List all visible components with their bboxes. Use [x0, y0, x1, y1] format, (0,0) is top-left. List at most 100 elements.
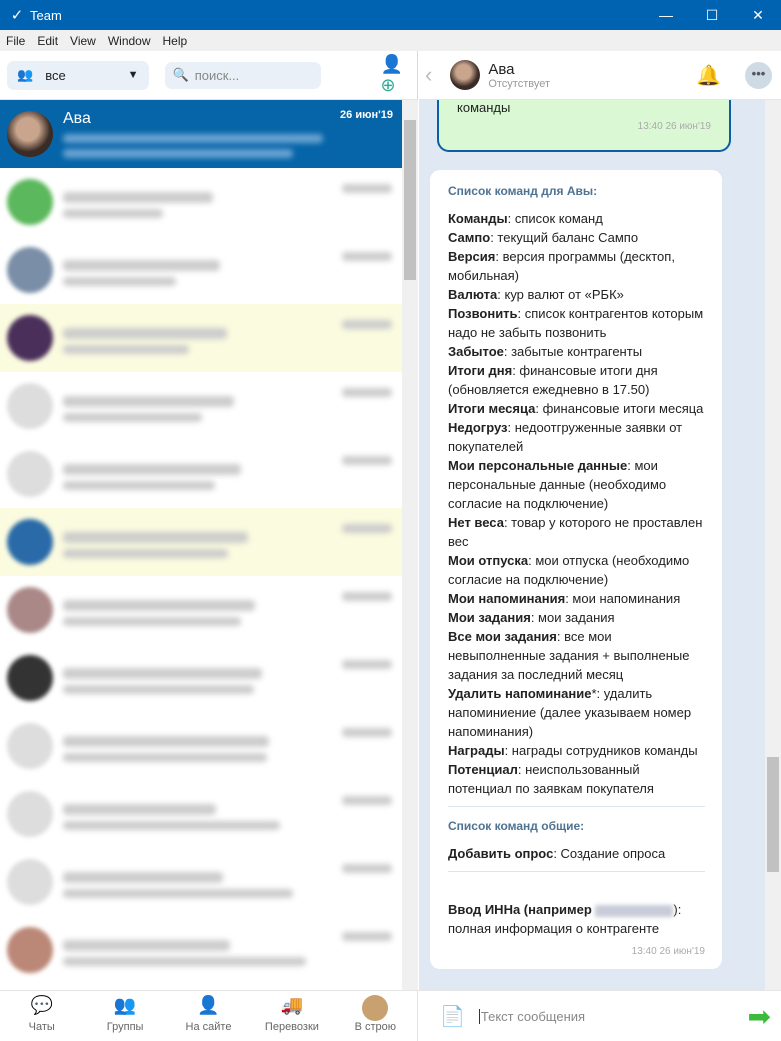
blurred-name [63, 328, 227, 339]
command-item: Позвонить: список контрагентов которым н… [448, 306, 704, 340]
minimize-button[interactable]: — [643, 7, 689, 24]
chat-list-item[interactable] [0, 236, 402, 304]
menu-bar: File Edit View Window Help [0, 30, 781, 51]
chat-list-item[interactable] [0, 440, 402, 508]
command-item: Мои задания: мои задания [448, 610, 615, 625]
search-placeholder: поиск... [194, 67, 240, 83]
blurred-name [63, 532, 248, 543]
nav-shipping[interactable]: 🚚 Перевозки [250, 991, 333, 1041]
blurred-date [342, 320, 392, 329]
blurred-name [63, 668, 262, 679]
search-input[interactable]: 🔍 поиск... [164, 61, 321, 89]
list-scrollbar[interactable] [402, 100, 418, 990]
chats-icon: 💬 [30, 995, 53, 1015]
command-item: Нет веса: товар у которого не проставлен… [448, 515, 703, 549]
users-icon: 👥 [17, 67, 34, 82]
blurred-name [63, 192, 213, 203]
blurred-date [342, 932, 392, 941]
dropdown-arrow-icon: ▼ [127, 69, 139, 81]
chat-list-item[interactable] [0, 848, 402, 916]
menu-window[interactable]: Window [102, 34, 157, 48]
back-icon[interactable]: ‹ [425, 62, 432, 88]
menu-file[interactable]: File [0, 34, 31, 48]
nav-groups[interactable]: 👥 Группы [83, 991, 166, 1041]
chat-list-item[interactable] [0, 304, 402, 372]
chat-list-item-selected[interactable]: Ава 26 июн'19 [0, 100, 402, 168]
blurred-name [63, 396, 234, 407]
blurred-date [342, 456, 392, 465]
chat-list-item[interactable] [0, 168, 402, 236]
avatar [7, 315, 53, 361]
blurred-preview [63, 209, 163, 218]
blurred-date [342, 864, 392, 873]
blurred-preview [63, 134, 323, 143]
incoming-message: Список команд для Авы: Команды: список к… [430, 170, 722, 969]
chat-list-item[interactable] [0, 780, 402, 848]
avatar [7, 451, 53, 497]
filter-select[interactable]: 👥 все ▼ [7, 60, 149, 90]
avatar [450, 60, 481, 90]
command-item: Потенциал: неиспользованный потенциал по… [448, 762, 654, 796]
blurred-preview [63, 481, 215, 490]
menu-view[interactable]: View [64, 34, 102, 48]
profile-avatar-icon [334, 995, 417, 1021]
menu-edit[interactable]: Edit [31, 34, 64, 48]
bottom-nav: 💬 Чаты 👥 Группы 👤 На сайте 🚚 Перевозки В стр… [0, 991, 418, 1041]
chat-list-item[interactable] [0, 712, 402, 780]
avatar [7, 655, 53, 701]
blurred-preview [63, 889, 293, 898]
avatar [7, 723, 53, 769]
blurred-name [63, 872, 223, 883]
blurred-preview [63, 277, 176, 286]
blurred-inn [595, 904, 674, 917]
blurred-preview [63, 821, 280, 830]
command-item: Валюта: кур валют от «РБК» [448, 287, 624, 302]
chat-list-item[interactable] [0, 916, 402, 984]
message-input[interactable]: Текст сообщения [478, 1008, 748, 1024]
avatar [7, 859, 53, 905]
truck-icon: 🚚 [280, 995, 304, 1015]
more-options-button[interactable]: ••• [745, 61, 772, 89]
command-item: Итоги месяца: финансовые итоги месяца [448, 401, 704, 416]
chat-list-panel: 👥 все ▼ 🔍 поиск... 👤⊕ Ава 26 июн'19 [0, 51, 418, 990]
document-icon[interactable]: 📄 [440, 1004, 465, 1029]
close-button[interactable]: ✕ [735, 7, 781, 24]
menu-help[interactable]: Help [157, 34, 194, 48]
blurred-preview [63, 685, 254, 694]
message-time: 13:40 26 июн'19 [631, 946, 705, 957]
avatar [7, 519, 53, 565]
chat-list-item[interactable] [0, 508, 402, 576]
blurred-name [63, 804, 216, 815]
blurred-date [342, 728, 392, 737]
blurred-name [63, 464, 241, 475]
window-title: Team [30, 7, 62, 23]
blurred-preview [63, 549, 228, 558]
command-item: Мои персональные данные: мои персональны… [448, 458, 667, 511]
bell-icon[interactable]: 🔔 [696, 63, 721, 88]
blurred-name [63, 260, 220, 271]
chat-date: 26 июн'19 [340, 109, 393, 121]
chat-scrollbar[interactable] [765, 100, 781, 990]
message-text: команды [457, 100, 511, 115]
blurred-preview [63, 413, 202, 422]
avatar [7, 111, 53, 157]
add-user-icon[interactable]: 👤⊕ [381, 54, 417, 96]
nav-chats[interactable]: 💬 Чаты [0, 991, 83, 1041]
search-icon: 🔍 [172, 67, 189, 82]
chat-list-item[interactable] [0, 576, 402, 644]
outgoing-message: команды 13:40 26 июн'19 [437, 100, 731, 152]
command-item: Версия: версия программы (десктоп, мобил… [448, 249, 675, 283]
send-arrow-icon[interactable]: ➡ [748, 1000, 771, 1033]
command-item: Удалить напоминание*: удалить напоминиен… [448, 686, 692, 739]
blurred-preview [63, 753, 267, 762]
nav-online[interactable]: 👤 На сайте [167, 991, 250, 1041]
chat-list-item[interactable] [0, 644, 402, 712]
command-item: Все мои задания: все мои невыполненные з… [448, 629, 690, 682]
nav-in-line[interactable]: В строю [334, 991, 417, 1041]
avatar [7, 247, 53, 293]
maximize-button[interactable]: ☐ [689, 7, 735, 24]
chat-list-item[interactable] [0, 372, 402, 440]
blurred-preview [63, 617, 241, 626]
filter-value: все [45, 67, 66, 83]
avatar [7, 383, 53, 429]
